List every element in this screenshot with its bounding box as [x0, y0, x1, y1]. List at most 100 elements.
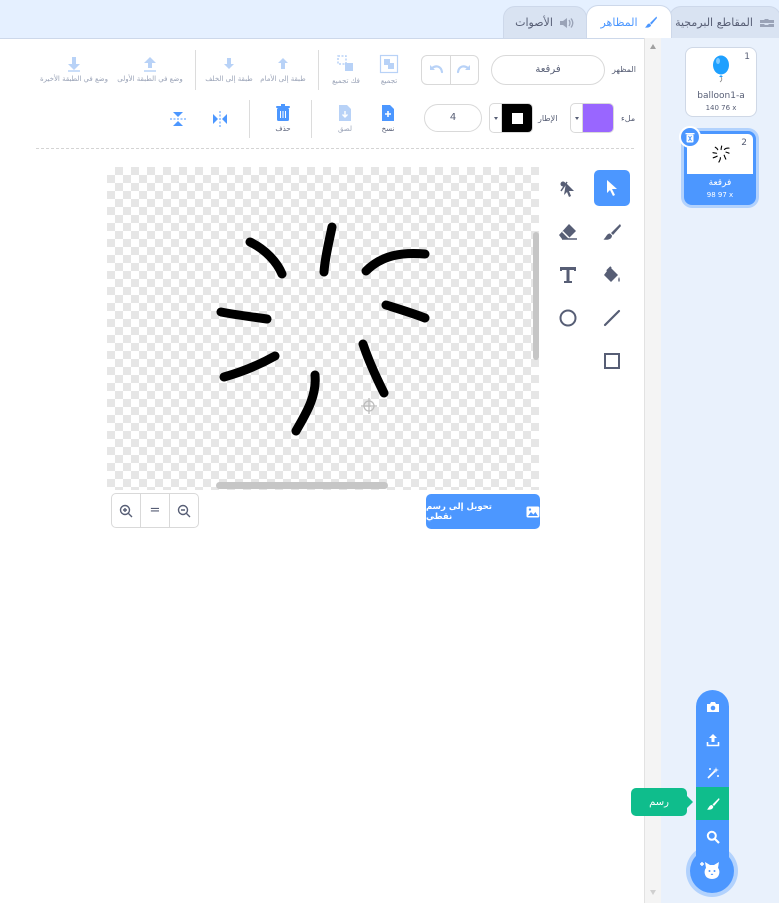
costume-name-input[interactable]: فرقعة [491, 55, 605, 85]
delete-label: حذف [275, 125, 291, 133]
costume-item-selected[interactable]: 2 فرقعة 98 97 x [679, 126, 756, 205]
fill-tool[interactable] [594, 257, 630, 293]
forward-label: طبقة إلى الأمام [260, 75, 306, 83]
forward-button[interactable]: طبقة إلى الأمام [258, 56, 308, 83]
reshape-tool[interactable] [550, 170, 586, 206]
canvas-horizontal-scrollbar[interactable] [216, 482, 388, 489]
separator [318, 50, 319, 90]
copy-label: نسخ [381, 125, 395, 133]
layer-front-icon [144, 57, 156, 72]
costume-label: المظهر [612, 65, 636, 74]
paste-icon [339, 105, 351, 121]
outline-label: الإطار [538, 114, 558, 123]
pop-thumbnail [712, 145, 730, 163]
separator [195, 50, 196, 90]
brush-tool[interactable] [594, 214, 630, 250]
separator [311, 100, 312, 138]
convert-to-bitmap-button[interactable]: تحويل إلى رسم نقطي [426, 494, 540, 529]
circle-tool[interactable] [550, 300, 586, 336]
convert-label: تحويل إلى رسم نقطي [426, 501, 492, 522]
pop-drawing [216, 222, 430, 436]
undo-icon [429, 65, 443, 74]
tab-code[interactable]: المقاطع البرمجية [669, 6, 779, 38]
zoom-reset-button[interactable]: = [140, 494, 169, 527]
line-icon [603, 309, 621, 327]
outline-swatch [502, 104, 532, 132]
outline-color-picker[interactable] [489, 103, 533, 133]
zoom-in-button[interactable] [112, 494, 140, 527]
camera-button[interactable] [696, 690, 729, 723]
flip-vertical-button[interactable] [168, 110, 188, 128]
costume-size: 98 97 x [706, 191, 734, 199]
group-icon [379, 54, 399, 74]
costume-number: 1 [744, 52, 750, 62]
choose-costume-button[interactable] [690, 849, 734, 893]
arrow-down-icon [224, 58, 234, 69]
outline-dropdown[interactable] [490, 104, 502, 132]
ungroup-icon [337, 55, 353, 71]
backward-label: طبقة إلى الخلف [205, 75, 253, 83]
line-tool[interactable] [594, 300, 630, 336]
backward-button[interactable]: طبقة إلى الخلف [204, 56, 254, 83]
copy-icon [382, 105, 394, 121]
arrow-cursor-icon [607, 180, 617, 196]
tab-costumes-label: المظاهر [600, 15, 638, 29]
copy-button[interactable]: نسخ [373, 104, 403, 133]
toolbar-divider [36, 148, 634, 149]
flip-horizontal-icon [213, 111, 227, 127]
paint-button[interactable] [696, 787, 729, 820]
delete-button[interactable]: حذف [268, 104, 298, 133]
eraser-icon [559, 224, 577, 240]
editor-scrollbar[interactable] [644, 38, 661, 903]
eraser-tool[interactable] [550, 214, 586, 250]
fill-label: ملء [621, 114, 636, 123]
circle-icon [559, 309, 577, 327]
arrow-up-icon [278, 58, 288, 69]
costume-name: فرقعة [708, 178, 732, 188]
reshape-icon [560, 181, 574, 197]
rectangle-tool[interactable] [594, 343, 630, 379]
outline-width-input[interactable]: 4 [424, 104, 482, 132]
surprise-button[interactable] [696, 756, 729, 789]
upload-icon [706, 733, 719, 746]
brush-icon [706, 797, 719, 810]
rotation-center-icon [361, 398, 377, 414]
fill-color-picker[interactable] [570, 103, 614, 133]
cat-plus-icon [700, 862, 720, 879]
separator [249, 100, 250, 138]
chevron-down-icon [574, 116, 579, 120]
costume-item[interactable]: 1 balloon1-a 140 76 x [685, 47, 757, 117]
tab-costumes[interactable]: المظاهر [586, 5, 672, 38]
search-icon [706, 830, 720, 844]
tab-sounds-label: الأصوات [515, 16, 553, 29]
upload-button[interactable] [696, 723, 729, 756]
canvas-vertical-scrollbar[interactable] [533, 232, 539, 360]
group-label: تجميع [380, 77, 398, 85]
delete-costume-button[interactable] [679, 126, 701, 148]
undo-button[interactable] [422, 56, 451, 84]
rectangle-icon [604, 353, 620, 369]
add-costume-menu [696, 690, 729, 870]
zoom-out-button[interactable] [169, 494, 198, 527]
brush-icon [644, 16, 657, 28]
bring-to-front-button[interactable]: وضع في الطبقة الأولى [114, 56, 186, 83]
costume-size: 140 76 x [705, 104, 737, 112]
send-to-back-button[interactable]: وضع في الطبقة الأخيرة [36, 56, 112, 83]
camera-icon [706, 701, 719, 712]
tab-code-label: المقاطع البرمجية [675, 16, 753, 29]
costume-name: balloon1-a [697, 91, 745, 101]
group-button[interactable]: تجميع [369, 54, 409, 85]
paint-canvas[interactable] [107, 167, 539, 490]
select-tool[interactable] [594, 170, 630, 206]
scroll-down-icon [650, 890, 656, 895]
flip-horizontal-button[interactable] [210, 110, 230, 128]
speaker-icon [559, 17, 574, 28]
tab-sounds[interactable]: الأصوات [503, 6, 587, 38]
ungroup-button[interactable]: فك تجميع [326, 54, 366, 85]
paint-tooltip: رسم [631, 788, 693, 816]
outline-inner-swatch [511, 112, 523, 124]
paste-button[interactable]: لصق [330, 104, 360, 133]
redo-button[interactable] [451, 56, 479, 84]
fill-dropdown[interactable] [571, 104, 583, 132]
text-tool[interactable] [550, 257, 586, 293]
